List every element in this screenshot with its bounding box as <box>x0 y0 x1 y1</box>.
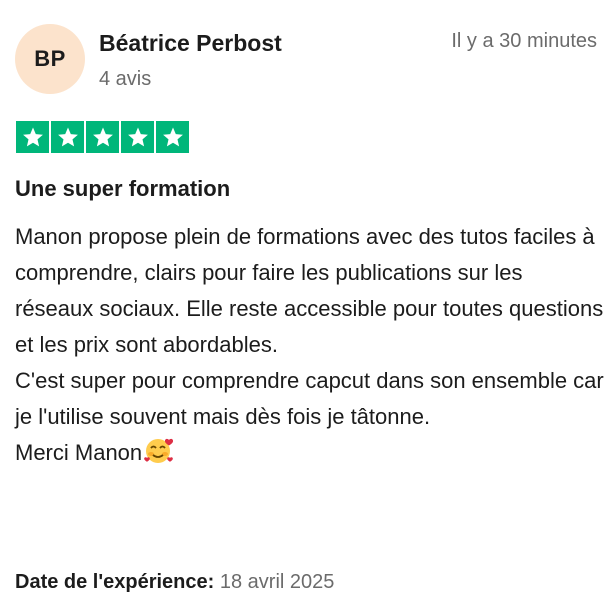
star-icon <box>121 121 154 153</box>
review-count: 4 avis <box>99 68 152 90</box>
smiling-face-with-hearts-icon <box>143 436 175 464</box>
review-paragraph: Merci Manon <box>15 435 605 471</box>
review-title: Une super formation <box>15 176 231 201</box>
experience-date-label: Date de l'expérience: <box>15 571 215 593</box>
star-rating <box>16 121 189 153</box>
star-icon <box>156 121 189 153</box>
reviewer-name[interactable]: Béatrice Perbost <box>99 30 282 57</box>
review-timestamp: Il y a 30 minutes <box>451 30 597 52</box>
experience-date-value: 18 avril 2025 <box>219 571 335 593</box>
avatar[interactable]: BP <box>15 24 85 94</box>
experience-date: Date de l'expérience: 18 avril 2025 <box>15 571 334 594</box>
review-closing-text: Merci Manon <box>15 440 143 465</box>
star-icon <box>16 121 49 153</box>
review-body: Manon propose plein de formations avec d… <box>15 219 605 471</box>
star-icon <box>51 121 84 153</box>
review-paragraph: Manon propose plein de formations avec d… <box>15 224 604 357</box>
review-paragraph: C'est super pour comprendre capcut dans … <box>15 368 604 429</box>
star-icon <box>86 121 119 153</box>
avatar-initials: BP <box>34 46 66 71</box>
review-card: BP Béatrice Perbost 4 avis Il y a 30 min… <box>0 0 610 612</box>
